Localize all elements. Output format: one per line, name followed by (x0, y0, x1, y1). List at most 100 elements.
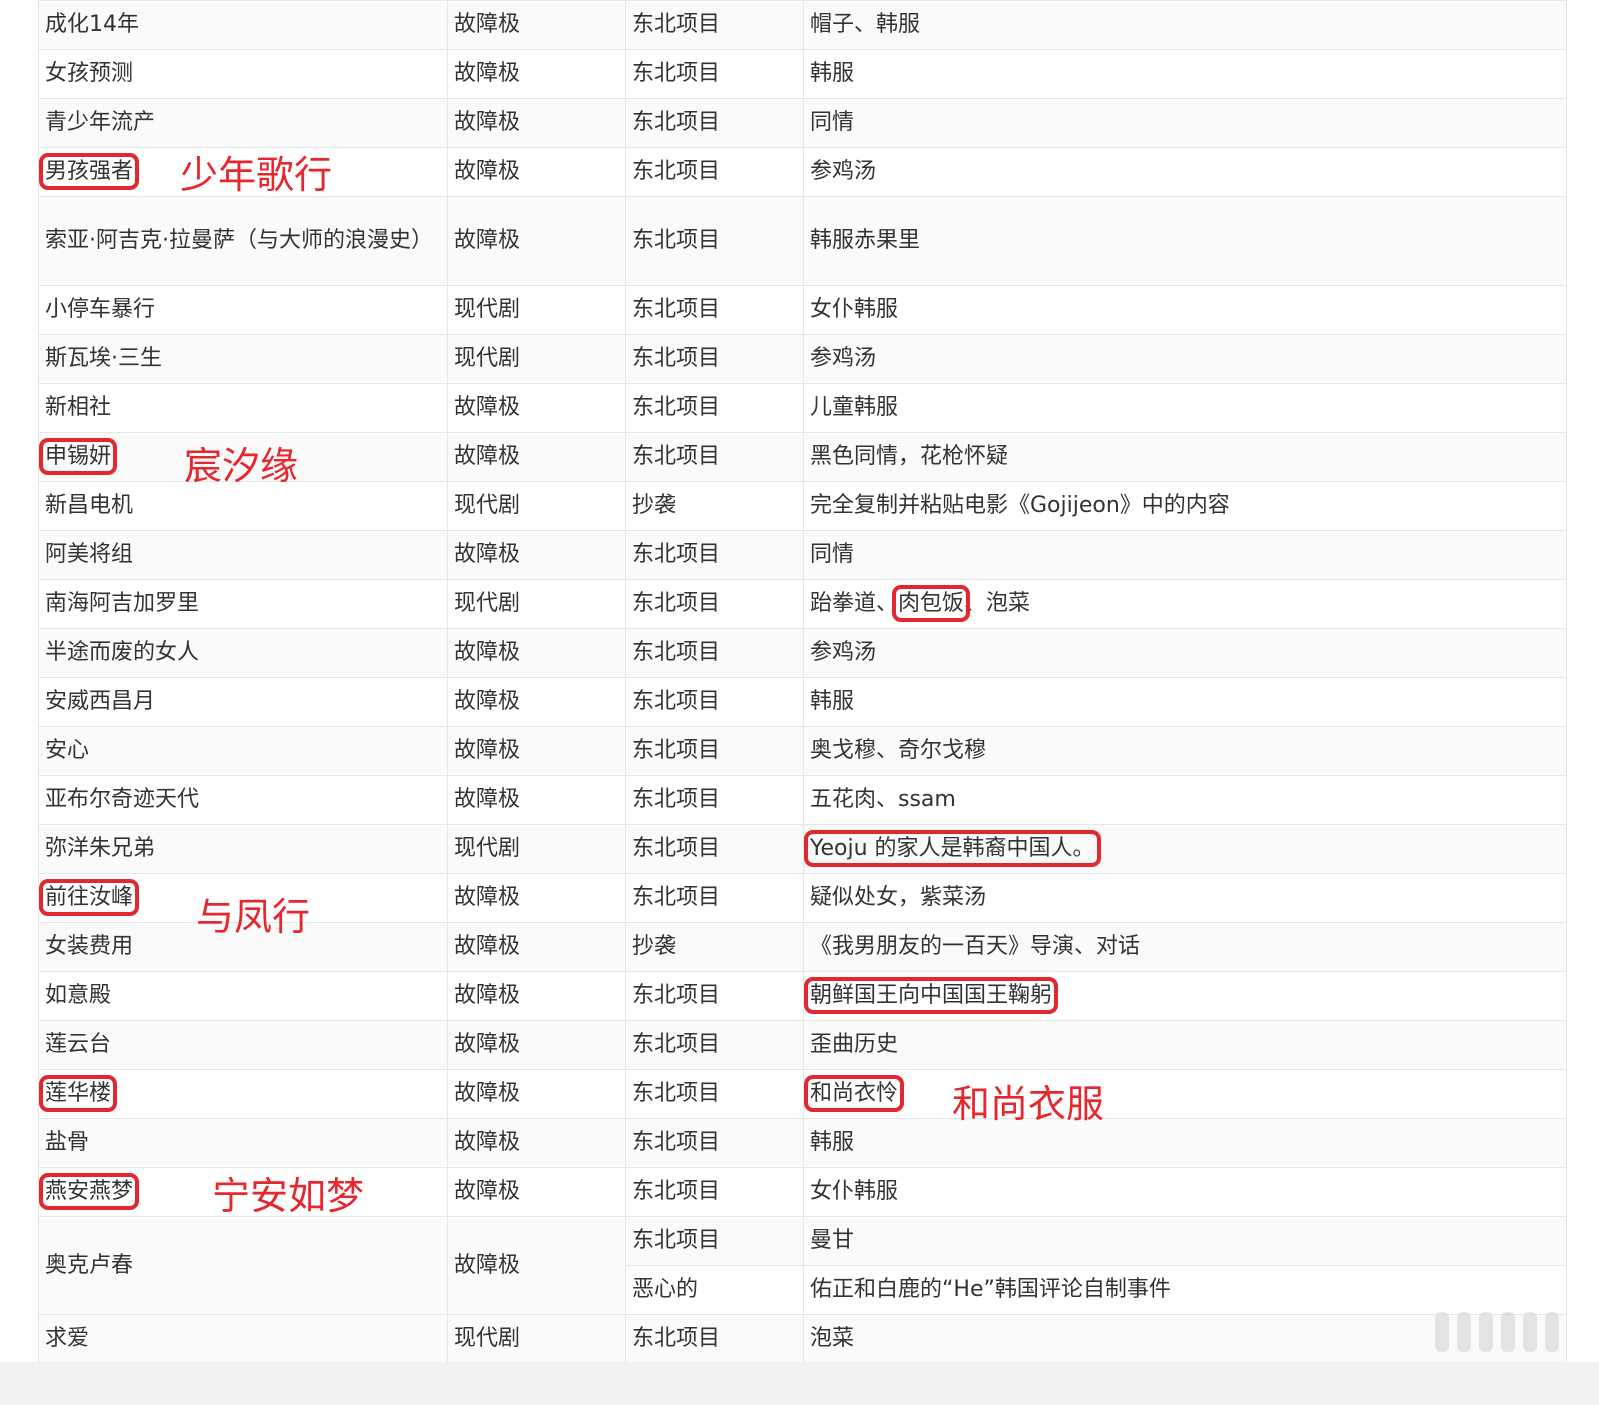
genre-cell: 现代剧 (447, 579, 626, 629)
type-cell: 东北项目 (625, 775, 804, 825)
bottom-strip (0, 1362, 1599, 1405)
genre-cell: 故障极 (447, 628, 626, 678)
highlight-box: 莲华楼 (39, 1075, 118, 1112)
type-cell: 东北项目 (625, 579, 804, 629)
type-cell: 东北项目 (625, 628, 804, 678)
genre-cell: 现代剧 (447, 824, 626, 874)
genre-cell: 故障极 (447, 677, 626, 727)
table-row: 阿美将组 故障极 东北项目 同情 (38, 530, 1567, 580)
highlight-box: 和尚衣怜 (804, 1075, 905, 1112)
type-cell: 抄袭 (625, 922, 804, 972)
type-cell: 东北项目 (625, 196, 804, 286)
title-cell: 半途而废的女人 (38, 628, 448, 678)
genre-cell: 故障极 (447, 873, 626, 923)
title-cell: 青少年流产 (38, 98, 448, 148)
annotation-label: 与凤行 (196, 895, 311, 939)
table-row: 斯瓦埃·三生 现代剧 东北项目 参鸡汤 (38, 334, 1567, 384)
title-cell: 亚布尔奇迹天代 (38, 775, 448, 825)
note-cell: 参鸡汤 (803, 334, 1567, 384)
type-cell: 东北项目 (625, 1167, 804, 1217)
note-cell: 曼甘 (803, 1216, 1567, 1266)
type-cell: 东北项目 (625, 1069, 804, 1119)
genre-cell: 故障极 (447, 530, 626, 580)
watermark-bar (1523, 1312, 1537, 1352)
annotation-label: 少年歌行 (180, 153, 333, 197)
title-cell: 莲华楼 (38, 1069, 448, 1119)
watermark-bar (1501, 1312, 1515, 1352)
note-cell: 歪曲历史 (803, 1020, 1567, 1070)
title-cell: 弥洋朱兄弟 (38, 824, 448, 874)
genre-cell: 现代剧 (447, 285, 626, 335)
watermark-bar (1457, 1312, 1471, 1352)
note-cell: 疑似处女，紫菜汤 (803, 873, 1567, 923)
table-row: 求爱 现代剧 东北项目 泡菜 (38, 1314, 1567, 1364)
title-cell: 阿美将组 (38, 530, 448, 580)
watermark-bar (1545, 1312, 1559, 1352)
table-row: 索亚·阿吉克·拉曼萨（与大师的浪漫史） 故障极 东北项目 韩服赤果里 (38, 196, 1567, 286)
note-cell: 韩服 (803, 1118, 1567, 1168)
table-row: 安心 故障极 东北项目 奥戈穆、奇尔戈穆 (38, 726, 1567, 776)
type-cell: 东北项目 (625, 824, 804, 874)
highlight-box: 申锡妍 (39, 438, 118, 475)
note-cell: 和尚衣怜 (803, 1069, 1567, 1119)
title-cell: 莲云台 (38, 1020, 448, 1070)
note-cell: 韩服 (803, 49, 1567, 99)
note-cell: Yeoju 的家人是韩裔中国人。 (803, 824, 1567, 874)
genre-cell: 故障极 (447, 1069, 626, 1119)
note-cell: 佑正和白鹿的“He”韩国评论自制事件 (803, 1265, 1567, 1315)
note-text: 跆拳道、 (810, 591, 899, 616)
genre-cell: 故障极 (447, 971, 626, 1021)
note-cell: 同情 (803, 98, 1567, 148)
title-cell: 奥克卢春 (38, 1216, 448, 1315)
note-cell: 同情 (803, 530, 1567, 580)
genre-cell: 现代剧 (447, 481, 626, 531)
genre-cell: 现代剧 (447, 334, 626, 384)
table-row: 盐骨 故障极 东北项目 韩服 (38, 1118, 1567, 1168)
title-cell: 安心 (38, 726, 448, 776)
type-cell: 东北项目 (625, 383, 804, 433)
highlight-box: 肉包饭 (892, 585, 971, 622)
title-cell: 新相社 (38, 383, 448, 433)
type-cell: 东北项目 (625, 726, 804, 776)
genre-cell: 故障极 (447, 147, 626, 197)
watermark-bar (1479, 1312, 1493, 1352)
title-cell: 南海阿吉加罗里 (38, 579, 448, 629)
type-cell: 东北项目 (625, 98, 804, 148)
genre-cell: 故障极 (447, 922, 626, 972)
type-cell: 恶心的 (625, 1265, 804, 1315)
type-cell: 东北项目 (625, 971, 804, 1021)
title-cell: 女孩预测 (38, 49, 448, 99)
highlight-box: 朝鲜国王向中国国王鞠躬 (804, 977, 1059, 1014)
genre-cell: 故障极 (447, 1118, 626, 1168)
drama-table-container: 成化14年 故障极 东北项目 帽子、韩服 女孩预测 故障极 东北项目 韩服 青少… (38, 0, 1567, 1364)
note-cell: 跆拳道、肉包饭、泡菜 (803, 579, 1567, 629)
genre-cell: 故障极 (447, 432, 626, 482)
type-cell: 东北项目 (625, 530, 804, 580)
table-row: 小停车暴行 现代剧 东北项目 女仆韩服 (38, 285, 1567, 335)
title-cell: 盐骨 (38, 1118, 448, 1168)
annotation-label: 宁安如梦 (212, 1174, 365, 1218)
type-cell: 东北项目 (625, 677, 804, 727)
note-cell: 参鸡汤 (803, 628, 1567, 678)
annotation-label: 和尚衣服 (952, 1082, 1105, 1126)
table-row: 如意殿 故障极 东北项目 朝鲜国王向中国国王鞠躬 (38, 971, 1567, 1021)
type-cell: 东北项目 (625, 285, 804, 335)
table-row: 安威西昌月 故障极 东北项目 韩服 (38, 677, 1567, 727)
table-row: 青少年流产 故障极 东北项目 同情 (38, 98, 1567, 148)
title-cell: 斯瓦埃·三生 (38, 334, 448, 384)
genre-cell: 故障极 (447, 98, 626, 148)
table-row: 莲云台 故障极 东北项目 歪曲历史 (38, 1020, 1567, 1070)
title-cell: 小停车暴行 (38, 285, 448, 335)
note-cell: 女仆韩服 (803, 285, 1567, 335)
type-cell: 东北项目 (625, 49, 804, 99)
genre-cell: 故障极 (447, 0, 626, 50)
annotation-label: 宸汐缘 (184, 444, 299, 488)
note-cell: 完全复制并粘贴电影《Gojijeon》中的内容 (803, 481, 1567, 531)
note-cell: 帽子、韩服 (803, 0, 1567, 50)
genre-cell: 故障极 (447, 726, 626, 776)
note-cell: 参鸡汤 (803, 147, 1567, 197)
type-cell: 东北项目 (625, 1020, 804, 1070)
type-cell: 东北项目 (625, 873, 804, 923)
table-row: 成化14年 故障极 东北项目 帽子、韩服 (38, 0, 1567, 50)
note-cell: 奥戈穆、奇尔戈穆 (803, 726, 1567, 776)
